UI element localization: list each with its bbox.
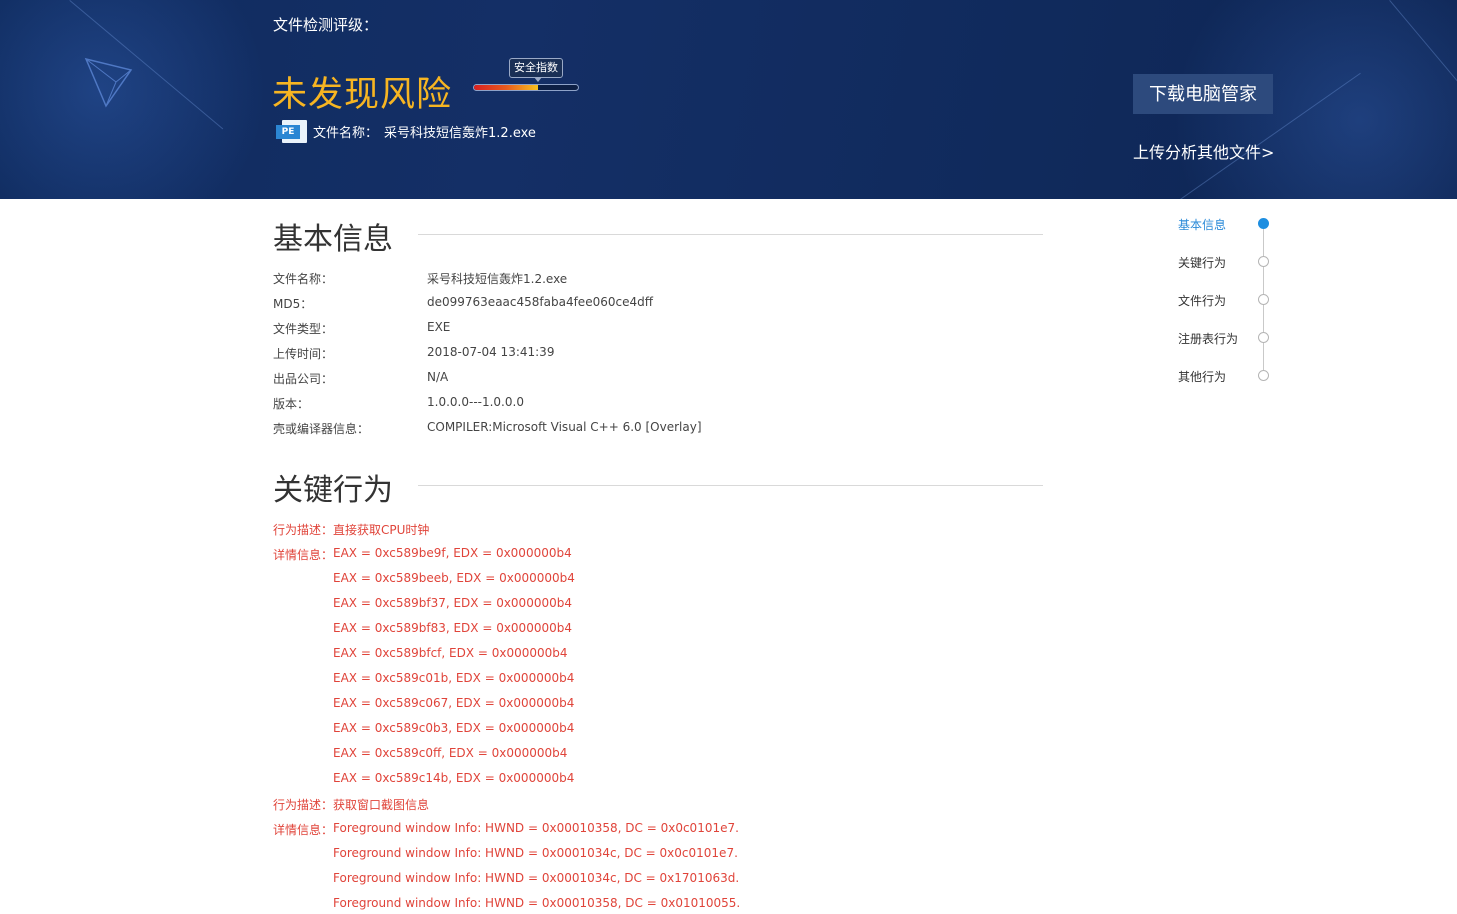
behavior-description: 直接获取CPU时钟 [333,523,430,537]
info-key: MD5： [273,297,313,311]
info-key: 上传时间： [273,347,334,361]
side-nav-item[interactable]: 关键行为 [1178,254,1278,272]
risk-verdict: 未发现风险 [272,75,453,115]
side-nav-item[interactable]: 注册表行为 [1178,330,1278,348]
banner-glow [0,0,280,199]
behavior-description: 获取窗口截图信息 [333,798,430,812]
download-pc-manager-button[interactable]: 下载电脑管家 [1133,74,1273,114]
safety-index-meter: 安全指数 [473,58,581,94]
key-behavior-divider [418,485,1043,486]
behavior-detail: EAX = 0xc589bf37, EDX = 0x000000b4 [333,596,572,610]
scan-rating-label: 文件检测评级： [273,16,379,34]
behavior-description-label: 行为描述： [273,798,334,812]
basic-info-divider [418,234,1043,235]
info-key: 壳或编译器信息： [273,422,370,436]
pe-file-icon: PE [276,120,307,143]
behavior-detail-label: 详情信息： [273,548,334,562]
info-key: 文件类型： [273,322,334,336]
side-nav-dot-icon [1258,218,1269,229]
info-key: 出品公司： [273,372,334,386]
side-nav-label: 注册表行为 [1178,332,1239,346]
behavior-detail: EAX = 0xc589c067, EDX = 0x000000b4 [333,696,575,710]
file-name-line: 文件名称： 采号科技短信轰炸1.2.exe [313,122,536,141]
safety-index-bar [473,84,579,91]
side-nav-dot-icon [1258,294,1269,305]
key-behavior-title: 关键行为 [273,473,393,508]
side-nav-item[interactable]: 基本信息 [1178,216,1278,234]
info-value: 1.0.0.0---1.0.0.0 [427,395,524,409]
behavior-detail: EAX = 0xc589bfcf, EDX = 0x000000b4 [333,646,568,660]
behavior-detail: EAX = 0xc589c0ff, EDX = 0x000000b4 [333,746,568,760]
upload-other-file-link[interactable]: 上传分析其他文件> [1133,139,1274,163]
pe-file-tag: PE [276,125,300,139]
behavior-detail: EAX = 0xc589c14b, EDX = 0x000000b4 [333,771,575,785]
side-nav-label: 基本信息 [1178,218,1227,232]
behavior-detail: Foreground window Info: HWND = 0x0001035… [333,896,741,910]
behavior-detail: EAX = 0xc589bf83, EDX = 0x000000b4 [333,621,572,635]
info-value: N/A [427,370,449,384]
info-value: COMPILER:Microsoft Visual C++ 6.0 [Overl… [427,420,702,434]
side-nav-dot-icon [1258,256,1269,267]
file-name-label: 文件名称： [313,126,379,141]
side-nav-dot-icon [1258,332,1269,343]
safety-index-fill [474,85,539,90]
info-value: de099763eaac458faba4fee060ce4dff [427,295,653,309]
result-banner: 文件检测评级： 未发现风险 安全指数 PE 文件名称： 采号科技短信轰炸1.2.e… [0,0,1457,199]
info-key: 版本： [273,397,310,411]
basic-info-title: 基本信息 [273,222,393,257]
behavior-detail: EAX = 0xc589c0b3, EDX = 0x000000b4 [333,721,575,735]
info-value: 2018-07-04 13:41:39 [427,345,555,359]
file-name-value: 采号科技短信轰炸1.2.exe [384,126,536,141]
side-nav-item[interactable]: 其他行为 [1178,368,1278,386]
side-nav-dot-icon [1258,370,1269,381]
behavior-detail: Foreground window Info: HWND = 0x0001034… [333,846,738,860]
info-key: 文件名称： [273,272,334,286]
behavior-detail: Foreground window Info: HWND = 0x0001035… [333,821,739,835]
triangle-logo-icon [84,57,133,108]
behavior-detail: EAX = 0xc589c01b, EDX = 0x000000b4 [333,671,575,685]
behavior-description-label: 行为描述： [273,523,334,537]
behavior-detail: EAX = 0xc589be9f, EDX = 0x000000b4 [333,546,572,560]
safety-index-label: 安全指数 [509,58,563,82]
behavior-detail-label: 详情信息： [273,823,334,837]
behavior-detail: EAX = 0xc589beeb, EDX = 0x000000b4 [333,571,575,585]
info-value: EXE [427,320,451,334]
behavior-detail: Foreground window Info: HWND = 0x0001034… [333,871,740,885]
side-nav-label: 关键行为 [1178,256,1227,270]
side-nav-label: 其他行为 [1178,370,1227,384]
side-nav-label: 文件行为 [1178,294,1227,308]
side-nav-item[interactable]: 文件行为 [1178,292,1278,310]
info-value: 采号科技短信轰炸1.2.exe [427,272,568,286]
